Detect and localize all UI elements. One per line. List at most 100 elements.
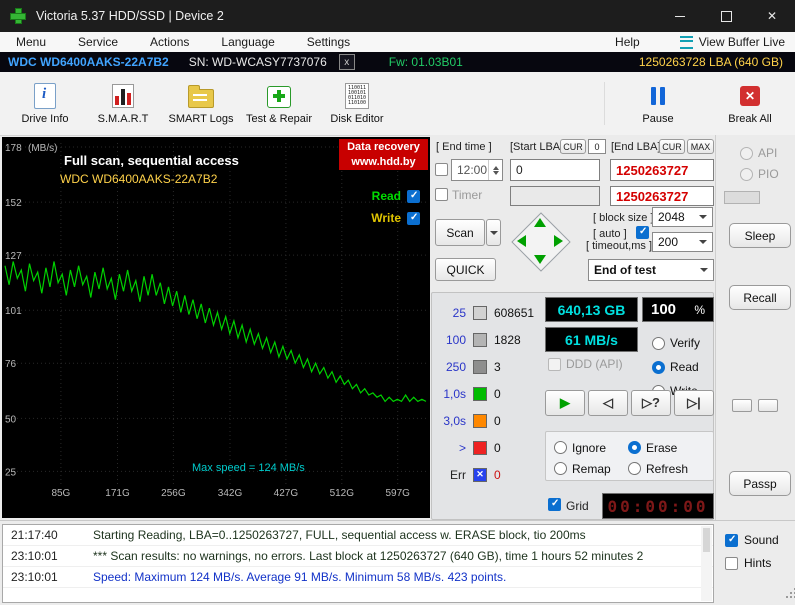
passport-button[interactable]: Passp (729, 471, 791, 496)
start-lba-cur-button[interactable]: CUR (560, 139, 586, 154)
device-model[interactable]: WDC WD6400AAKS-22A7B2 (8, 55, 169, 69)
maximize-button[interactable] (703, 0, 749, 32)
minimize-button[interactable] (657, 0, 703, 32)
mode-verify-label: Verify (670, 336, 700, 350)
play-icon: ▶ (560, 395, 570, 411)
sleep-button[interactable]: Sleep (729, 223, 791, 248)
legend-read-checkbox[interactable] (407, 190, 420, 203)
log-timestamp: 21:17:40 (11, 528, 93, 542)
hdd-by-banner[interactable]: Data recovery www.hdd.by (339, 139, 428, 170)
jog-right-icon[interactable] (554, 235, 563, 247)
recall-button[interactable]: Recall (729, 285, 791, 310)
log-box[interactable]: 21:17:40Starting Reading, LBA=0..1250263… (2, 524, 714, 603)
drive-info-button[interactable]: Drive Info (6, 82, 84, 125)
after-scan-refresh-row[interactable]: Refresh (628, 458, 702, 479)
scan-dropdown-button[interactable] (486, 219, 501, 246)
step-back-button[interactable]: ◁ (588, 390, 628, 416)
device-tab-close-icon[interactable]: x (339, 54, 355, 70)
latency-bin-row: 25608651 (434, 299, 534, 326)
after-scan-remap-row[interactable]: Remap (554, 458, 628, 479)
pio-radio-row[interactable]: PIO (740, 162, 779, 186)
break-all-button[interactable]: Break All (711, 82, 789, 125)
scan-button[interactable]: Scan (435, 219, 485, 246)
grid-checkbox[interactable] (548, 498, 561, 511)
after-scan-ignore-row[interactable]: Ignore (554, 437, 628, 458)
sound-row[interactable]: Sound (725, 533, 793, 547)
smart-label: S.M.A.R.T (98, 113, 149, 125)
legend-read: Read (350, 185, 420, 207)
test-repair-button[interactable]: Test & Repair (240, 82, 318, 125)
sound-checkbox[interactable] (725, 534, 738, 547)
hints-row[interactable]: Hints (725, 556, 793, 570)
svg-text:342G: 342G (218, 488, 243, 499)
hints-checkbox[interactable] (725, 557, 738, 570)
start-lba-cur-value: 0 (588, 139, 606, 154)
lba-jog-pad[interactable] (508, 209, 572, 273)
end-lba-input[interactable]: 1250263727 (610, 159, 714, 181)
block-size-select[interactable]: 2048 (652, 207, 713, 227)
menu-item-language[interactable]: Language (205, 35, 290, 49)
menu-item-help[interactable]: Help (603, 35, 652, 49)
close-button[interactable] (749, 0, 795, 32)
mode-verify-radio[interactable] (652, 337, 665, 350)
current-lba-field: 1250263727 (610, 186, 714, 206)
start-lba-input[interactable]: 0 (510, 159, 600, 181)
bin-label: Err (434, 468, 466, 482)
menu-item-service[interactable]: Service (62, 35, 134, 49)
end-lba-max-button[interactable]: MAX (687, 139, 714, 154)
device-capacity: 1250263728 LBA (640 GB) (639, 55, 783, 69)
svg-text:256G: 256G (161, 488, 186, 499)
menu-item-menu[interactable]: Menu (0, 35, 62, 49)
end-of-test-select[interactable]: End of test (588, 259, 714, 281)
disk-editor-button[interactable]: Disk Editor (318, 82, 396, 125)
log-scrollbar[interactable] (701, 526, 712, 601)
after-scan-refresh-radio[interactable] (628, 462, 641, 475)
end-time-spinner[interactable]: 12:00 (451, 159, 503, 181)
after-scan-remap-radio[interactable] (554, 462, 567, 475)
mini-button-1[interactable] (732, 399, 752, 412)
timeout-select[interactable]: 200 (652, 232, 713, 252)
spinner-arrows-icon[interactable] (488, 160, 502, 180)
mode-read-radio[interactable] (652, 361, 665, 374)
end-time-checkbox[interactable] (435, 163, 448, 176)
title-bar: Victoria 5.37 HDD/SSD | Device 2 (0, 0, 795, 32)
timer-checkbox[interactable] (435, 188, 448, 201)
ddd-checkbox[interactable] (548, 358, 561, 371)
jog-up-icon[interactable] (534, 218, 546, 227)
smart-button[interactable]: S.M.A.R.T (84, 82, 162, 125)
capacity-display: 640,13 GB (545, 297, 638, 322)
jog-left-icon[interactable] (517, 235, 526, 247)
resize-grip[interactable] (786, 596, 788, 598)
pause-button[interactable]: Pause (619, 82, 697, 125)
smart-logs-button[interactable]: SMART Logs (162, 82, 240, 125)
svg-text:101: 101 (5, 306, 22, 317)
bin-count: 1828 (494, 333, 521, 347)
bin-count: 0 (494, 414, 501, 428)
menu-bar: MenuServiceActionsLanguageSettings Help … (0, 32, 795, 52)
after-scan-erase-row[interactable]: Erase (628, 437, 702, 458)
log-message: Starting Reading, LBA=0..1250263727, FUL… (93, 528, 586, 542)
menu-item-settings[interactable]: Settings (291, 35, 366, 49)
api-radio[interactable] (740, 147, 753, 160)
timer-field (510, 186, 600, 206)
quick-button[interactable]: QUICK (435, 258, 496, 281)
legend-write-checkbox[interactable] (407, 212, 420, 225)
after-scan-erase-radio[interactable] (628, 441, 641, 454)
view-buffer-live-button[interactable]: View Buffer Live (680, 35, 785, 49)
after-scan-ignore-radio[interactable] (554, 441, 567, 454)
end-lba-cur-button[interactable]: CUR (659, 139, 685, 154)
mini-button-2[interactable] (758, 399, 778, 412)
mode-read-row[interactable]: Read (652, 355, 700, 379)
after-scan-remap-label: Remap (572, 462, 611, 476)
menu-item-actions[interactable]: Actions (134, 35, 205, 49)
seek-question-button[interactable]: ▷? (631, 390, 671, 416)
mode-verify-row[interactable]: Verify (652, 331, 700, 355)
pio-radio[interactable] (740, 168, 753, 181)
close-icon (767, 9, 777, 23)
scrollbar-thumb[interactable] (703, 528, 710, 552)
play-button[interactable]: ▶ (545, 390, 585, 416)
auto-checkbox[interactable] (636, 226, 649, 239)
bin-label: 3,0s (434, 414, 466, 428)
seek-end-button[interactable]: ▷| (674, 390, 714, 416)
jog-down-icon[interactable] (534, 255, 546, 264)
